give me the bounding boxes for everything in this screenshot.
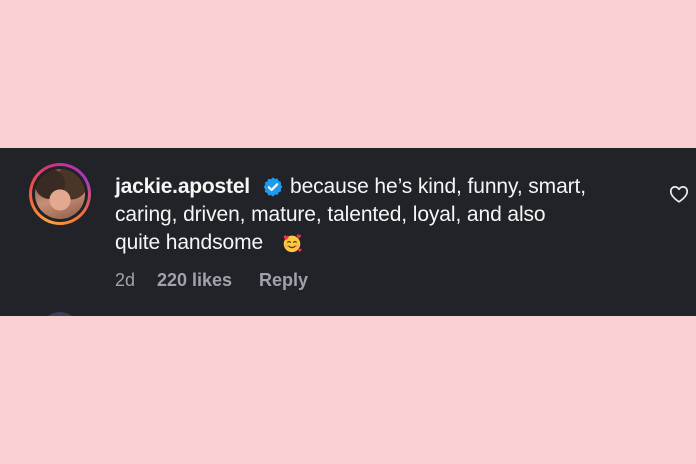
verified-badge-icon xyxy=(263,177,283,197)
comment-age: 2d xyxy=(115,270,136,290)
comment-text-line: quite handsome xyxy=(115,231,264,254)
story-ring[interactable] xyxy=(29,163,91,225)
reply-button[interactable]: Reply xyxy=(259,269,308,291)
likes-count[interactable]: 220 likes xyxy=(157,269,232,291)
next-comment-avatar xyxy=(40,312,80,316)
comment-card: jackie.apostel because he’s kind, funny,… xyxy=(0,148,696,316)
avatar[interactable] xyxy=(35,169,85,219)
comment-text-line: caring, driven, mature, talented, loyal,… xyxy=(115,203,546,226)
smiling-face-with-hearts-icon xyxy=(283,234,302,253)
comment-username[interactable]: jackie.apostel xyxy=(115,174,250,200)
like-heart-icon[interactable] xyxy=(668,183,690,205)
avatar-gap xyxy=(32,166,88,222)
comment-text-line: because he’s kind, funny, smart, xyxy=(290,175,587,198)
